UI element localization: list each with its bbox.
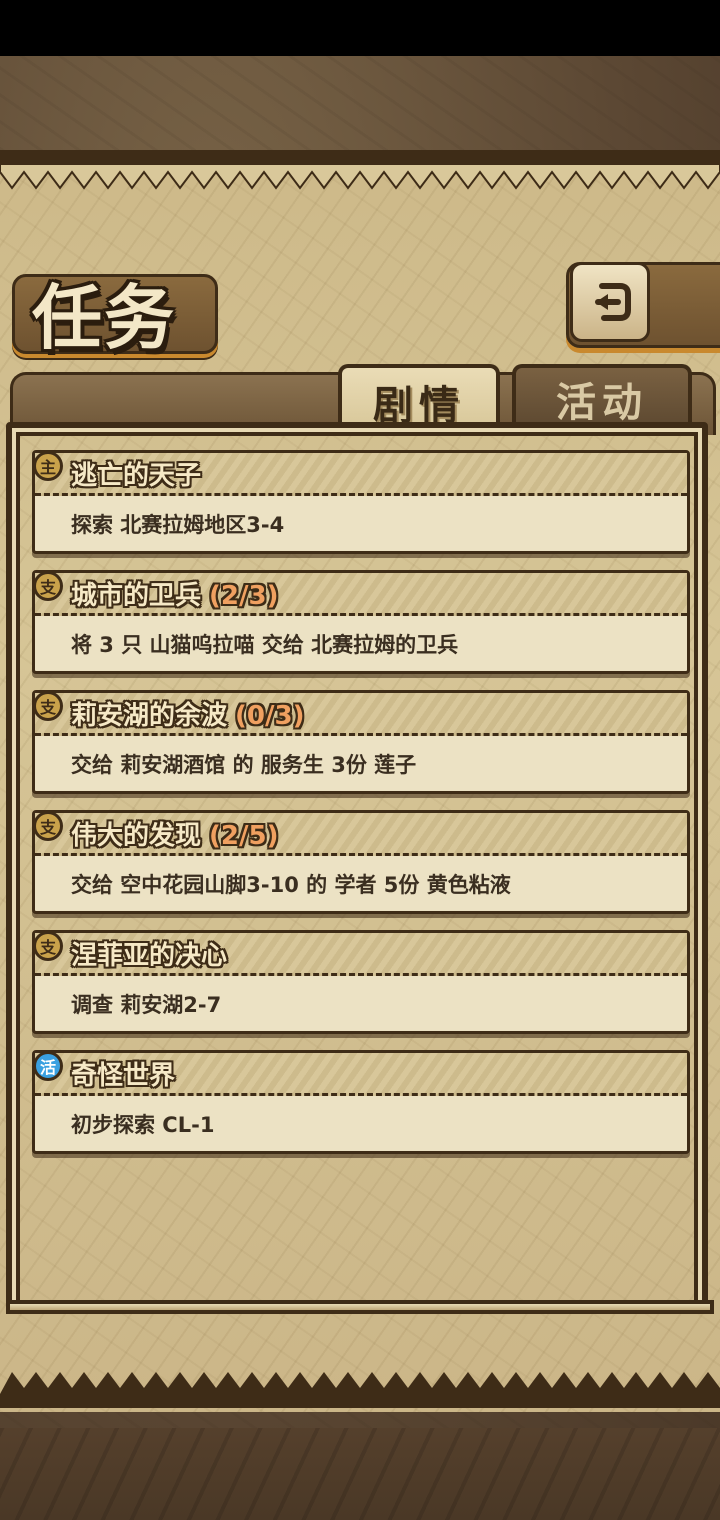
quest-title: 莉安湖的余波 (0/3) — [71, 695, 304, 732]
event-quest-badge-icon: 活 — [33, 1051, 63, 1081]
back-button[interactable] — [570, 262, 650, 342]
quest-progress: (0/3) — [235, 701, 305, 731]
quest-description: 调查 莉安湖2-7 — [71, 993, 222, 1017]
quest-title-text: 城市的卫兵 — [71, 581, 202, 611]
quest-item[interactable]: 支 城市的卫兵 (2/3) 将 3 只 山猫呜拉喵 交给 北赛拉姆的卫兵 — [32, 570, 690, 674]
quest-title: 城市的卫兵 (2/3) — [71, 575, 278, 612]
page-title: 任务 — [32, 277, 176, 359]
quest-title: 涅菲亚的决心 — [71, 935, 227, 972]
quest-title-text: 逃亡的天子 — [71, 461, 202, 491]
bottom-map-band — [0, 1428, 720, 1520]
side-quest-badge-icon: 支 — [33, 811, 63, 841]
quest-title: 伟大的发现 (2/5) — [71, 815, 278, 852]
side-quest-badge-icon: 支 — [33, 691, 63, 721]
zigzag-border-bottom — [0, 1372, 720, 1408]
quest-description: 初步探索 CL-1 — [71, 1113, 215, 1137]
quest-title-text: 伟大的发现 — [71, 821, 202, 851]
quest-item[interactable]: 主 逃亡的天子 探索 北赛拉姆地区3-4 — [32, 450, 690, 554]
frame-bottom-rail — [6, 1300, 714, 1314]
quest-title: 奇怪世界 — [71, 1055, 175, 1092]
return-arrow-icon — [595, 283, 631, 321]
quest-description: 交给 莉安湖酒馆 的 服务生 3份 莲子 — [71, 753, 417, 777]
quest-title-text: 奇怪世界 — [71, 1061, 176, 1091]
quest-item[interactable]: 支 涅菲亚的决心 调查 莉安湖2-7 — [32, 930, 690, 1034]
quest-title-text: 涅菲亚的决心 — [71, 941, 228, 971]
main-quest-badge-icon: 主 — [33, 451, 63, 481]
quest-item[interactable]: 活 奇怪世界 初步探索 CL-1 — [32, 1050, 690, 1154]
quest-title-text: 莉安湖的余波 — [71, 701, 228, 731]
side-quest-badge-icon: 支 — [33, 931, 63, 961]
quest-description: 将 3 只 山猫呜拉喵 交给 北赛拉姆的卫兵 — [71, 633, 459, 657]
quest-progress: (2/3) — [209, 581, 279, 611]
zigzag-border-top — [0, 150, 720, 190]
side-quest-badge-icon: 支 — [33, 571, 63, 601]
quest-list: 主 逃亡的天子 探索 北赛拉姆地区3-4 支 城市的卫兵 (2/3) 将 3 只 … — [32, 450, 690, 1170]
status-bar — [0, 0, 720, 56]
quest-title: 逃亡的天子 — [71, 455, 201, 492]
quest-description: 交给 空中花园山脚3-10 的 学者 5份 黄色粘液 — [71, 873, 511, 897]
tab-event[interactable]: 活动 — [512, 364, 692, 430]
quest-progress: (2/5) — [209, 821, 279, 851]
quest-description: 探索 北赛拉姆地区3-4 — [71, 513, 285, 537]
quest-item[interactable]: 支 伟大的发现 (2/5) 交给 空中花园山脚3-10 的 学者 5份 黄色粘液 — [32, 810, 690, 914]
quest-item[interactable]: 支 莉安湖的余波 (0/3) 交给 莉安湖酒馆 的 服务生 3份 莲子 — [32, 690, 690, 794]
